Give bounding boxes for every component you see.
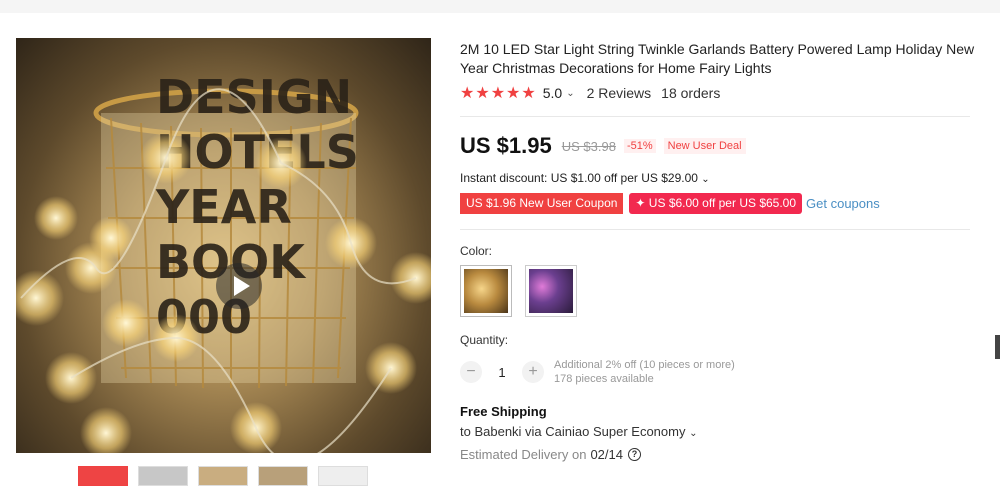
free-shipping-title: Free Shipping (460, 404, 547, 419)
price-row: US $1.95 US $3.98 -51% New User Deal (460, 133, 746, 159)
discount-badge: -51% (623, 139, 656, 153)
swatch-image (464, 269, 508, 313)
rating-row: ★★★★★ 5.0 ⌄ 2 Reviews 18 orders (460, 84, 720, 102)
quantity-label: Quantity: (460, 333, 509, 347)
thumbnail[interactable] (198, 466, 248, 486)
new-user-coupon[interactable]: US $1.96 New User Coupon (460, 193, 624, 214)
shipping-destination-text: to Babenki via Cainiao Super Economy (460, 424, 686, 439)
reviews-link[interactable]: 2 Reviews (587, 85, 652, 101)
instant-discount[interactable]: Instant discount: US $1.00 off per US $2… (460, 171, 710, 185)
thumbnail[interactable] (78, 466, 128, 486)
estimated-delivery-label: Estimated Delivery on (460, 447, 587, 462)
stock-available: 178 pieces available (554, 373, 654, 385)
increase-quantity-button[interactable]: + (522, 361, 544, 383)
thumbnail[interactable] (138, 466, 188, 486)
thumbnail[interactable] (318, 466, 368, 486)
thumbnail[interactable] (258, 466, 308, 486)
new-user-deal-badge: New User Deal (663, 138, 746, 154)
chevron-down-icon[interactable]: ⌄ (566, 88, 574, 99)
help-circle-icon[interactable]: ? (628, 448, 641, 461)
bulk-discount-note: Additional 2% off (10 pieces or more) (554, 359, 735, 371)
side-scroll-handle[interactable] (995, 335, 1000, 359)
product-title: 2M 10 LED Star Light String Twinkle Garl… (460, 41, 975, 76)
instant-discount-text: Instant discount: US $1.00 off per US $2… (460, 171, 698, 185)
thumbnail-strip (78, 466, 378, 486)
rating-score: 5.0 (542, 85, 563, 101)
coupon-row: US $1.96 New User Coupon ✦ US $6.00 off … (460, 193, 880, 214)
decrease-quantity-button[interactable]: − (460, 361, 482, 383)
quantity-note: Additional 2% off (10 pieces or more) 17… (554, 358, 735, 386)
divider (460, 116, 970, 117)
product-photo: DESIGN HOTELS YEAR BOOK 000 (16, 70, 431, 453)
color-swatch-multicolor[interactable] (525, 265, 577, 317)
chevron-down-icon: ⌄ (701, 174, 710, 185)
product-main-image[interactable]: DESIGN HOTELS YEAR BOOK 000 (16, 38, 431, 453)
get-coupons-link[interactable]: Get coupons (806, 196, 880, 211)
svg-text:YEAR: YEAR (155, 180, 292, 234)
top-bar (0, 0, 1000, 13)
play-video-button[interactable] (216, 263, 262, 309)
estimated-delivery-date: 02/14 (590, 447, 623, 462)
star-rating-icon: ★★★★★ (460, 85, 537, 102)
estimated-delivery: Estimated Delivery on 02/14 ? (460, 447, 641, 462)
store-coupon[interactable]: ✦ US $6.00 off per US $65.00 (629, 193, 803, 214)
color-swatch-warm-white[interactable] (460, 265, 512, 317)
shipping-destination[interactable]: to Babenki via Cainiao Super Economy ⌄ (460, 424, 697, 439)
quantity-stepper: − 1 + Additional 2% off (10 pieces or mo… (460, 357, 735, 387)
orders-count: 18 orders (661, 85, 721, 101)
swatch-image (529, 269, 573, 313)
quantity-input[interactable]: 1 (482, 365, 522, 380)
divider (460, 229, 970, 230)
current-price: US $1.95 (460, 133, 552, 158)
color-label: Color: (460, 244, 493, 258)
chevron-down-icon: ⌄ (689, 428, 698, 439)
original-price: US $3.98 (561, 138, 616, 154)
